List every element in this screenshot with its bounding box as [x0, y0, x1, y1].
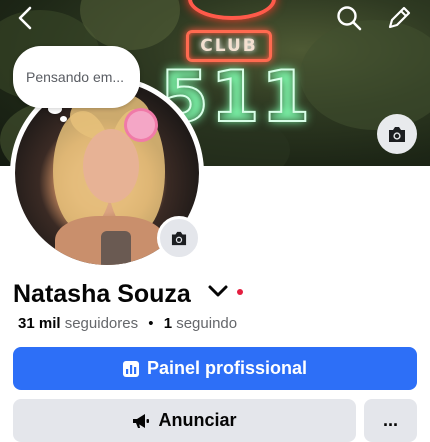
- chart-icon: [122, 360, 139, 377]
- followers-label[interactable]: seguidores: [65, 315, 138, 332]
- bubble-tail-dot-small: [60, 116, 67, 122]
- stats-separator: •: [148, 315, 154, 332]
- professional-dashboard-button[interactable]: Painel profissional: [13, 347, 417, 390]
- cover-camera-button[interactable]: [377, 114, 417, 154]
- neon-sign-heart: [188, 0, 276, 20]
- more-options-label: ...: [382, 410, 398, 430]
- advertise-label: Anunciar: [158, 410, 237, 430]
- camera-icon: [389, 126, 405, 142]
- chevron-down-icon[interactable]: [207, 283, 229, 304]
- notification-dot: [237, 289, 243, 295]
- advertise-button[interactable]: Anunciar: [13, 399, 356, 442]
- flower-ornament: [127, 111, 155, 139]
- avatar-camera-button[interactable]: [157, 216, 201, 260]
- back-icon[interactable]: [16, 6, 36, 35]
- followers-count[interactable]: 31 mil: [18, 315, 61, 332]
- pencil-icon[interactable]: [386, 5, 412, 36]
- search-icon[interactable]: [336, 5, 362, 36]
- more-options-button[interactable]: ...: [364, 399, 417, 442]
- following-count[interactable]: 1: [164, 315, 172, 332]
- follow-stats: 31 mil seguidores • 1 seguindo: [18, 315, 237, 332]
- profile-name: Natasha Souza: [13, 280, 191, 308]
- thought-bubble-placeholder: Pensando em...: [26, 69, 125, 85]
- megaphone-icon: [133, 413, 150, 428]
- following-label[interactable]: seguindo: [176, 315, 237, 332]
- professional-dashboard-label: Painel profissional: [146, 358, 308, 378]
- camera-icon: [171, 231, 187, 245]
